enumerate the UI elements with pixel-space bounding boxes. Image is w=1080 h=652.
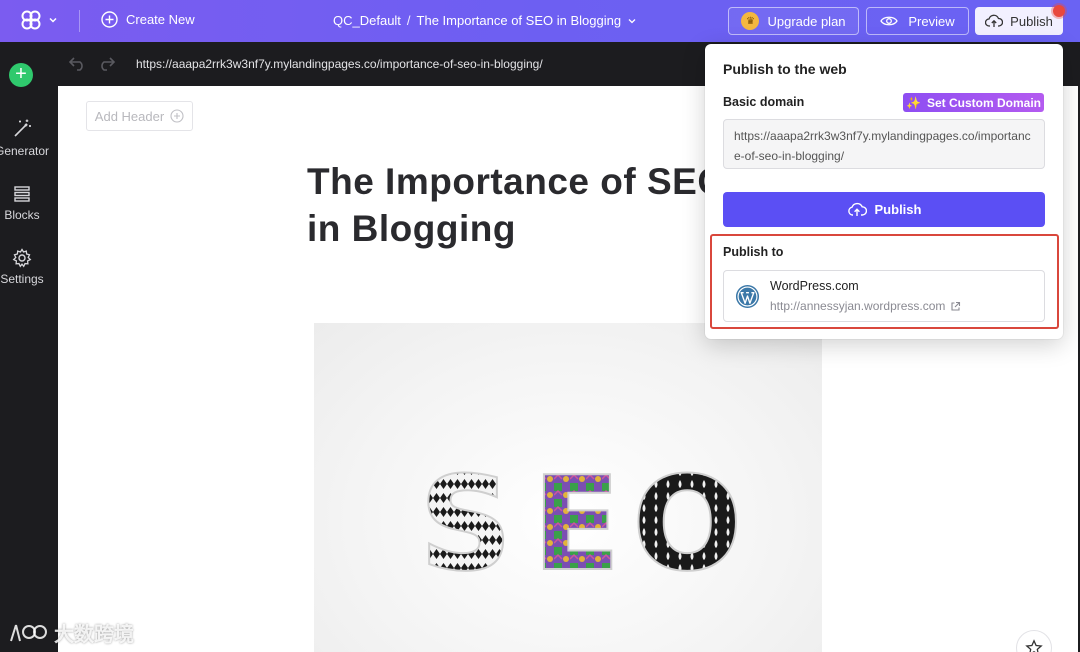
sidebar-item-label: Generator <box>0 144 50 158</box>
cloud-upload-icon <box>985 14 1004 27</box>
publish-top-label: Publish <box>1010 13 1053 29</box>
eye-icon <box>880 16 899 26</box>
chevron-down-icon <box>49 17 57 23</box>
set-custom-domain-label: Set Custom Domain <box>926 95 1041 110</box>
watermark-logo-icon <box>10 624 47 641</box>
notification-dot <box>1053 5 1065 17</box>
letter-o: O <box>632 448 743 600</box>
watermark-text: 大数跨境 <box>54 624 134 646</box>
sparkle-icon: ✨ <box>906 95 921 110</box>
page-title[interactable]: The Importance of SEO in Blogging <box>307 158 727 252</box>
cloud-upload-icon <box>847 202 867 216</box>
wordpress-publish-option[interactable]: WordPress.com http://annessyjan.wordpres… <box>723 270 1045 322</box>
gear-icon <box>12 248 32 268</box>
publish-to-label: Publish to <box>723 245 784 259</box>
redo-icon[interactable] <box>96 55 116 71</box>
publish-button-label: Publish <box>874 202 922 217</box>
crown-icon: ♛ <box>741 12 760 30</box>
wordpress-url-row: http://annessyjan.wordpress.com <box>770 299 961 313</box>
app-logo-icon <box>21 10 41 30</box>
create-new-button[interactable]: Create New <box>101 11 195 28</box>
breadcrumb-page[interactable]: The Importance of SEO in Blogging <box>417 13 622 28</box>
basic-domain-field[interactable]: https://aaapa2rrk3w3nf7y.mylandingpages.… <box>723 119 1045 169</box>
publish-popover: Publish to the web Basic domain ✨ Set Cu… <box>705 44 1063 339</box>
upgrade-plan-label: Upgrade plan <box>767 13 846 29</box>
magic-wand-icon <box>14 119 31 137</box>
sidebar-item-label: Blocks <box>4 208 40 222</box>
add-header-label: Add Header <box>94 108 165 124</box>
sidebar-item-label: Settings <box>0 272 44 286</box>
star-icon <box>1025 639 1043 652</box>
breadcrumb[interactable]: QC_Default / The Importance of SEO in Bl… <box>333 13 637 28</box>
basic-domain-label: Basic domain <box>723 95 805 109</box>
sidebar-item-blocks[interactable]: Blocks <box>0 184 50 222</box>
plus-circle-icon <box>101 11 118 28</box>
preview-button[interactable]: Preview <box>866 7 969 35</box>
create-new-label: Create New <box>126 12 195 27</box>
letter-e: E <box>532 448 621 600</box>
undo-icon[interactable] <box>68 55 88 71</box>
seo-letters-image: S E O <box>418 447 744 601</box>
wordpress-url[interactable]: http://annessyjan.wordpress.com <box>770 299 945 313</box>
sidebar-item-settings[interactable]: Settings <box>0 248 50 286</box>
wordpress-icon <box>735 284 760 309</box>
preview-label: Preview <box>908 13 955 29</box>
publish-top-button[interactable]: Publish <box>975 7 1063 35</box>
popover-title: Publish to the web <box>723 61 847 77</box>
top-bar: Create New QC_Default / The Importance o… <box>0 0 1080 42</box>
favorite-button[interactable] <box>1016 630 1052 652</box>
add-header-button[interactable]: Add Header <box>86 101 193 131</box>
external-link-icon[interactable] <box>950 301 961 312</box>
left-sidebar: + Generator Blocks Settings <box>0 42 49 652</box>
hero-image[interactable]: S E O <box>314 323 822 652</box>
add-block-button[interactable]: + <box>9 63 33 87</box>
set-custom-domain-button[interactable]: ✨ Set Custom Domain <box>903 93 1044 112</box>
upgrade-plan-button[interactable]: ♛ Upgrade plan <box>728 7 859 35</box>
watermark: 大数跨境 <box>8 618 134 647</box>
letter-s: S <box>419 448 513 600</box>
app-logo-menu[interactable] <box>20 9 58 31</box>
divider <box>79 10 80 32</box>
publish-button[interactable]: Publish <box>723 192 1045 227</box>
chevron-down-icon[interactable] <box>627 16 637 26</box>
page-url[interactable]: https://aaapa2rrk3w3nf7y.mylandingpages.… <box>136 57 543 71</box>
sidebar-item-generator[interactable]: Generator <box>0 118 50 158</box>
plus-circle-icon <box>170 109 184 123</box>
breadcrumb-project[interactable]: QC_Default <box>333 13 401 28</box>
blocks-icon <box>14 186 30 202</box>
breadcrumb-separator: / <box>406 13 411 28</box>
publish-to-section: Publish to WordPress.com http://annessyj… <box>710 234 1059 329</box>
wordpress-name: WordPress.com <box>770 279 859 293</box>
